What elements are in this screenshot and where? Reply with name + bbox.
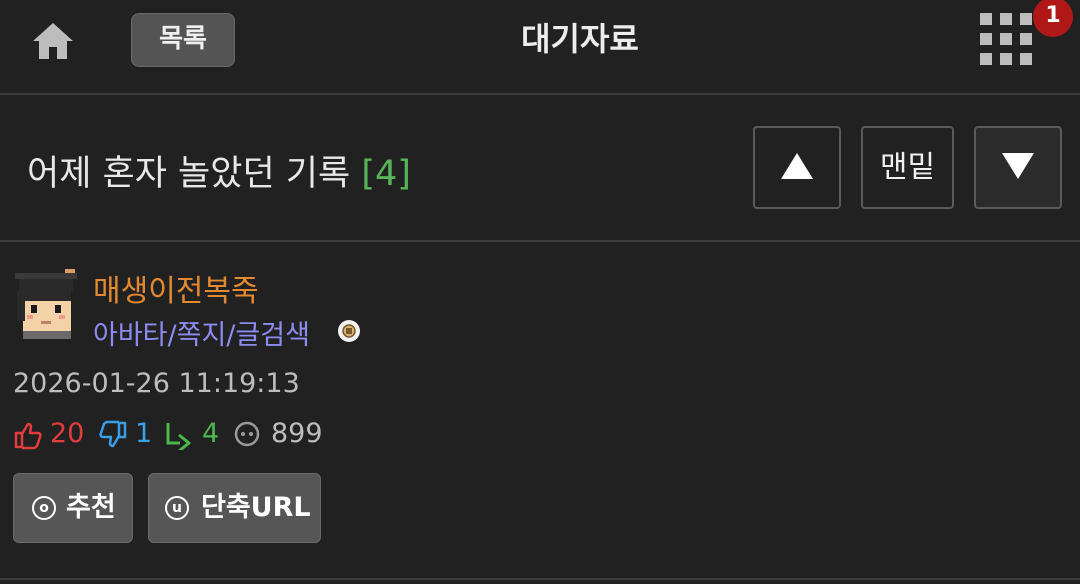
author-links[interactable]: 아바타/쪽지/글검색 (93, 313, 310, 352)
hotkey-u-icon: u (165, 496, 189, 520)
home-icon (33, 23, 73, 59)
bottom-divider (0, 578, 1080, 580)
recommend-button[interactable]: o 추천 (13, 473, 133, 543)
home-button[interactable] (30, 20, 76, 62)
thumbs-down-icon (99, 420, 127, 448)
post-title-bar: 어제 혼자 놀았던 기록 [4] 맨밑 (0, 95, 1080, 242)
scroll-to-bottom-button[interactable]: 맨밑 (861, 126, 954, 209)
list-button[interactable]: 목록 (131, 13, 235, 67)
top-bar: 목록 대기자료 1 (0, 0, 1080, 95)
arrow-down-icon (1002, 152, 1034, 179)
notification-badge[interactable]: 1 (1033, 0, 1073, 37)
menu-grid-button[interactable] (980, 13, 1034, 67)
post-title: 어제 혼자 놀았던 기록 [4] (27, 145, 411, 196)
eye-face-icon (234, 421, 260, 447)
level-icon (338, 320, 360, 342)
thumbs-up-icon (14, 422, 42, 450)
recommend-label: 추천 (66, 492, 116, 523)
arrow-up-icon (781, 152, 813, 179)
post-date: 2026-01-26 11:19:13 (13, 368, 300, 399)
pixel-avatar-image (15, 269, 77, 339)
avatar[interactable] (13, 269, 79, 339)
scroll-down-button[interactable] (974, 126, 1062, 209)
short-url-label: 단축URL (201, 492, 311, 523)
downvote-count: 1 (135, 418, 153, 449)
hotkey-o-icon: o (32, 496, 56, 520)
reply-arrow-icon (166, 423, 191, 450)
reply-count: 4 (202, 418, 220, 449)
author-nickname[interactable]: 매생이전복죽 (93, 266, 259, 310)
view-count: 899 (271, 418, 323, 449)
post-title-text: 어제 혼자 놀았던 기록 (27, 154, 351, 194)
upvote-count: 20 (50, 418, 85, 449)
short-url-button[interactable]: u 단축URL (148, 473, 321, 543)
board-title: 대기자료 (521, 20, 639, 58)
scroll-up-button[interactable] (753, 126, 841, 209)
comment-count[interactable]: [4] (361, 154, 411, 194)
